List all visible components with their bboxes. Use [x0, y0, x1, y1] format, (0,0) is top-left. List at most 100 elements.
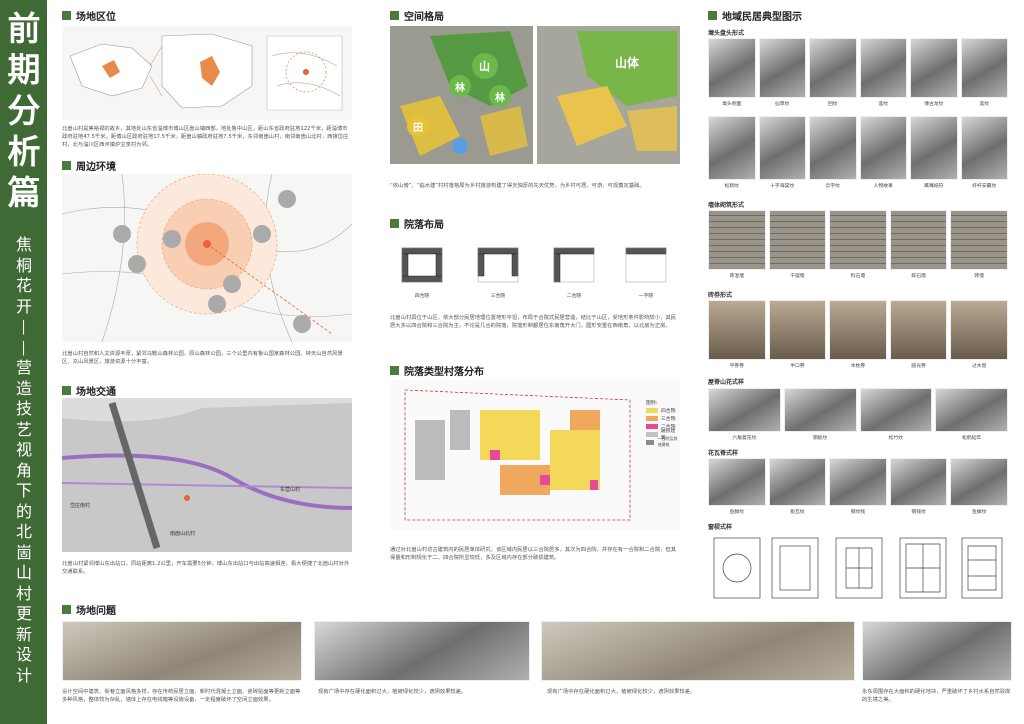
dwelling-photo [859, 388, 933, 432]
dwelling-photo [708, 388, 781, 432]
ridge-types-row: 六角菱花纹 钢板纹 松竹纹 松鹤延年 [708, 388, 1008, 444]
subtitle-tiles: 花瓦脊式样 [708, 450, 739, 457]
sidebar: 前期分析篇 焦桐花开 — — 营造技艺视角下的北崮山村更新设计 [0, 0, 47, 724]
courtyard-diagrams: 四合院 三合院 二合院 一字院 [390, 234, 680, 306]
tile-types-row: 鱼鳞纹 板瓦纹 钢纹钱 铜钱纹 鱼鳞纹 [708, 458, 1008, 518]
subtitle-char: 下 [15, 481, 32, 500]
square-icon [62, 11, 71, 20]
legend-title: 图例: [646, 400, 658, 406]
legend-swatch [646, 431, 658, 437]
dwelling-caption: 回纹 [827, 102, 838, 107]
spatial-description: “依山傍”、“临水建”村村落格局为乡村旅游构建了得天独厚的先天优势，为乡村可居、… [390, 183, 645, 189]
subtitle-char: 桐 [15, 255, 32, 275]
courtyard-label-two: 二合院 [566, 294, 582, 299]
poster-subtitle: 焦桐花开 — — 营造技艺视角下的北崮山村更新设计 [8, 235, 40, 686]
title-char: 析 [7, 132, 41, 171]
dwelling-caption: 虾杆安霸纹 [972, 184, 997, 189]
dwelling-photo [758, 116, 806, 180]
map-label-north-village: 南崮山北村 [170, 531, 196, 537]
dwelling-photo [758, 38, 806, 98]
location-maps [62, 26, 352, 120]
dwelling-caption: 干摆墙 [790, 274, 805, 279]
dwelling-photo [708, 458, 766, 506]
subtitle-walls: 墙体砌筑形式 [708, 202, 745, 209]
dwelling-photo [859, 38, 907, 98]
subtitle-char: 艺 [15, 419, 32, 439]
subtitle-char: 视 [15, 440, 32, 459]
distribution-description: 通过对北崮山村访古建筑内的民居单体研究，该区域内民居以三合院居多，其次为四合院，… [390, 547, 677, 561]
subtitle-char: 焦 [15, 235, 32, 254]
dwelling-photo [950, 210, 1008, 270]
dwelling-caption: 松竹纹 [888, 436, 904, 441]
dwelling-caption: 莲纹 [878, 102, 889, 107]
subtitle-char: 崮 [15, 542, 32, 562]
subtitle-ridge-head: 墀头盘头形式 [708, 30, 745, 37]
section-title-courtyard-distribution: 院落类型村落分布 [390, 363, 484, 378]
subtitle-char: 的 [15, 501, 32, 521]
dwelling-photo [829, 300, 887, 360]
dwelling-photo [708, 116, 756, 180]
dwelling-caption: 十字海棠纹 [770, 184, 795, 189]
dwelling-photo [889, 458, 948, 506]
problem-photo-facades [62, 621, 302, 681]
legend-swatch [646, 423, 658, 429]
map-label-south-village: 岱庄南村 [70, 503, 91, 509]
dwelling-photo [889, 300, 948, 360]
courtyard-label-four: 四合院 [414, 294, 430, 299]
legend-swatch [646, 415, 658, 421]
problem-water-text: 永东周围存在大面积的硬化地块，严重破坏了乡村水系自然驳岸的生境之美。 [862, 689, 1011, 703]
subtitle-char: 设 [15, 645, 32, 664]
dwelling-photo [910, 38, 958, 98]
dwelling-photo [829, 458, 887, 506]
map-label-lin-2: 林 [495, 93, 505, 104]
dwelling-caption: 圆光券 [911, 364, 926, 369]
square-icon [62, 386, 71, 395]
dwelling-caption: 平券券 [729, 364, 744, 369]
square-icon [390, 219, 399, 228]
dwelling-caption: 碎石墙 [911, 274, 926, 279]
subtitle-char: 村 [15, 583, 32, 603]
dwelling-photo [960, 38, 1008, 98]
window-types-row [708, 532, 1008, 604]
subtitle-char: 计 [15, 665, 32, 685]
dwelling-caption: 木枕券 [850, 364, 866, 369]
legend-swatch [646, 407, 658, 413]
dwelling-caption: 人物故事 [873, 184, 893, 189]
section-title-spatial-pattern: 空间格局 [390, 8, 444, 23]
subtitle-windows: 窗棂式样 [708, 524, 733, 531]
dwelling-caption: 板瓦纹 [790, 510, 805, 515]
dwelling-caption: 墀头侧面 [722, 102, 742, 107]
square-icon [62, 605, 71, 614]
subtitle-char: 角 [15, 460, 32, 480]
dwelling-photo [768, 458, 827, 506]
map-label-shanti: 山体 [615, 56, 640, 70]
dwelling-caption: 钢板纹 [812, 436, 828, 441]
dwelling-caption: 博古龙纹 [924, 102, 944, 107]
dwelling-photo [829, 210, 887, 270]
problem-photo-plaza-2 [541, 621, 855, 681]
dwelling-photo [708, 210, 766, 270]
section-title-site-location: 场地区位 [62, 8, 116, 23]
dwelling-photo [768, 210, 827, 270]
subtitle-char: 造 [15, 378, 32, 398]
map-label-east-village: 东营山村 [280, 487, 301, 493]
title-char: 前 [7, 9, 41, 48]
legend-item: 三合院 [646, 414, 680, 422]
title-char: 分 [7, 91, 41, 130]
section-title-traffic: 场地交通 [62, 383, 116, 398]
dwelling-caption: 钢纹钱 [850, 510, 866, 515]
legend-item: 四合院 [646, 406, 680, 414]
dwelling-caption: 砖墙 [974, 274, 984, 279]
dwelling-photo [859, 116, 907, 180]
subtitle-char: 技 [15, 399, 32, 418]
legend-swatch [646, 439, 655, 445]
section-title-typical-dwellings: 地域民居典型图示 [708, 8, 802, 23]
dwelling-photo [960, 116, 1008, 180]
dwelling-photo [935, 388, 1008, 432]
problem-plaza-text-2: 现有广场中存在硬化面积过大，植被绿化较少，遮阴效果较差。 [547, 689, 696, 695]
surroundings-description: 北崮山村自然和人文资源丰厚，紧邻马鞍山森林公园、原山森林公园，三个公里内有鲁山国… [62, 351, 343, 365]
ridge-head-row-1: 墀头侧面 仙草纹 回纹 莲纹 博古龙纹 莲纹 [708, 38, 1008, 108]
square-icon [390, 11, 399, 20]
dwelling-caption: 云字纹 [825, 184, 840, 189]
dwelling-photo [708, 300, 766, 360]
